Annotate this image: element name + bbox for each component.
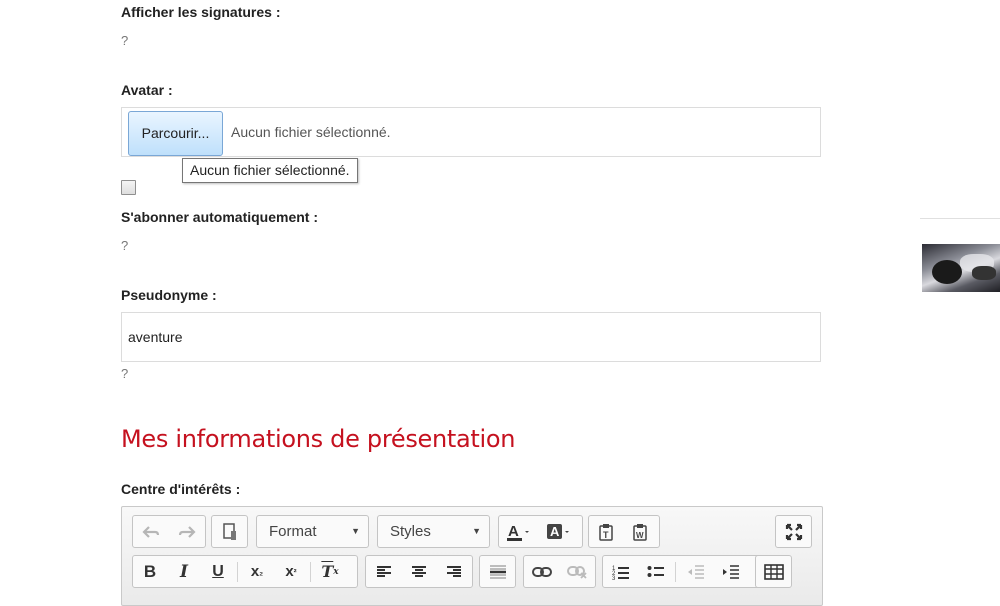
maximize-icon[interactable] [776, 518, 811, 545]
svg-text:W: W [636, 531, 644, 540]
file-status: Aucun fichier sélectionné. [231, 124, 391, 140]
redo-icon[interactable] [169, 518, 205, 545]
paste-word-icon[interactable]: W [623, 518, 657, 545]
link-icon[interactable] [524, 558, 559, 585]
subscribe-label: S'abonner automatiquement : [121, 209, 319, 225]
styles-label: Styles [390, 523, 431, 540]
maximize-group [775, 515, 812, 548]
svg-text:A: A [550, 524, 560, 539]
undo-redo-group [132, 515, 206, 548]
color-group: A A [498, 515, 583, 548]
chevron-down-icon: ▼ [351, 526, 360, 536]
chevron-down-icon: ▼ [472, 526, 481, 536]
interests-label: Centre d'intérêts : [121, 481, 241, 497]
superscript-icon[interactable]: x² [274, 558, 308, 585]
link-group [523, 555, 596, 588]
signatures-help[interactable]: ? [121, 33, 128, 48]
table-icon[interactable] [756, 558, 791, 585]
text-color-icon[interactable]: A [499, 518, 539, 545]
signatures-label: Afficher les signatures : [121, 4, 281, 20]
remove-format-icon[interactable]: Tx [313, 558, 347, 585]
table-group [755, 555, 792, 588]
format-label: Format [269, 523, 317, 540]
horizontal-rule-icon[interactable] [480, 558, 515, 585]
svg-text:T: T [603, 530, 609, 540]
numbered-list-icon[interactable]: 123 [603, 558, 638, 585]
rich-text-editor: Format ▼ Styles ▼ A A T W B I U x₂ x² T [121, 506, 823, 606]
toolbar-separator [310, 561, 311, 582]
nickname-input[interactable]: aventure [121, 312, 821, 362]
italic-icon[interactable]: I [167, 558, 201, 585]
file-tooltip: Aucun fichier sélectionné. [182, 158, 358, 183]
align-right-icon[interactable] [436, 558, 471, 585]
bold-icon[interactable]: B [133, 558, 167, 585]
basic-styles-group: B I U x₂ x² Tx [132, 555, 358, 588]
indent-icon[interactable] [713, 558, 748, 585]
source-group [211, 515, 248, 548]
browse-button[interactable]: Parcourir... [128, 111, 223, 156]
nickname-help[interactable]: ? [121, 366, 128, 381]
toolbar-separator [237, 561, 238, 582]
subscribe-checkbox[interactable] [121, 180, 136, 195]
toolbar-separator [675, 561, 676, 582]
nickname-label: Pseudonyme : [121, 287, 217, 303]
section-title: Mes informations de présentation [121, 425, 516, 453]
underline-icon[interactable]: U [201, 558, 235, 585]
bulleted-list-icon[interactable] [638, 558, 673, 585]
styles-dropdown[interactable]: Styles ▼ [377, 515, 490, 548]
sidebar-thumbnail-image[interactable] [922, 244, 1000, 292]
subscribe-help[interactable]: ? [121, 238, 128, 253]
avatar-label: Avatar : [121, 82, 173, 98]
undo-icon[interactable] [133, 518, 169, 545]
sidebar-divider [920, 218, 1000, 219]
unlink-icon[interactable] [559, 558, 594, 585]
hr-group [479, 555, 516, 588]
align-center-icon[interactable] [401, 558, 436, 585]
paste-text-icon[interactable]: T [589, 518, 623, 545]
paste-group: T W [588, 515, 660, 548]
avatar-file-input[interactable]: Parcourir... Aucun fichier sélectionné. [121, 107, 821, 157]
align-group [365, 555, 473, 588]
background-color-icon[interactable]: A [539, 518, 579, 545]
svg-text:3: 3 [612, 576, 616, 580]
format-dropdown[interactable]: Format ▼ [256, 515, 369, 548]
svg-text:A: A [508, 523, 519, 540]
subscript-icon[interactable]: x₂ [240, 558, 274, 585]
source-icon[interactable] [212, 518, 247, 545]
outdent-icon[interactable] [678, 558, 713, 585]
align-left-icon[interactable] [366, 558, 401, 585]
